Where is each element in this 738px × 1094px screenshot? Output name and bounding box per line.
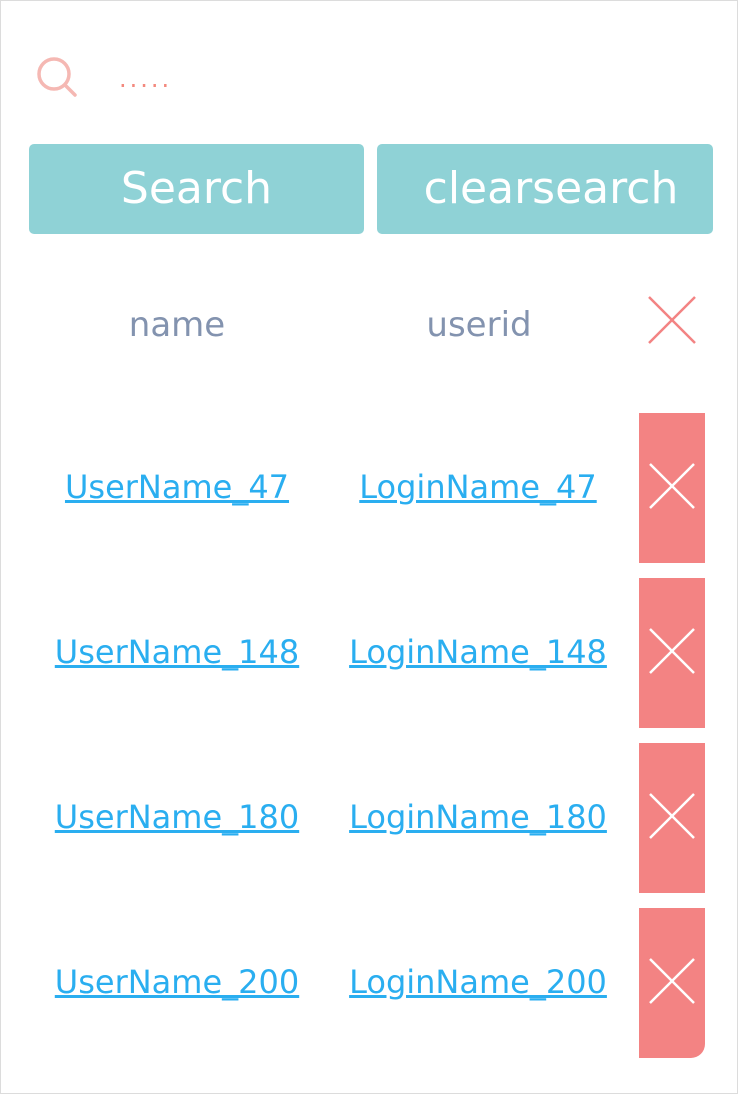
search-icon[interactable] (35, 55, 79, 99)
close-icon (649, 793, 695, 839)
delete-row-button[interactable] (639, 743, 705, 893)
delete-row-button[interactable] (639, 413, 705, 563)
close-icon[interactable] (645, 293, 699, 347)
user-name-link[interactable]: UserName_200 (41, 958, 313, 1006)
user-id-link[interactable]: LoginName_148 (339, 628, 617, 676)
search-button[interactable]: Search (29, 144, 364, 234)
column-header-name: name (128, 305, 226, 345)
table-row: UserName_47 LoginName_47 (1, 413, 738, 563)
user-id-link[interactable]: LoginName_180 (339, 793, 617, 841)
column-header-userid: userid (426, 305, 532, 345)
clear-search-button[interactable]: clearsearch (377, 144, 713, 234)
user-id-link[interactable]: LoginName_47 (339, 463, 617, 511)
user-id-link[interactable]: LoginName_200 (339, 958, 617, 1006)
user-name-link[interactable]: UserName_180 (41, 793, 313, 841)
table-row: UserName_148 LoginName_148 (1, 578, 738, 728)
table-row: UserName_180 LoginName_180 (1, 743, 738, 893)
app-frame: Search clearsearch name userid UserName_… (0, 0, 738, 1094)
search-bar (35, 53, 695, 103)
user-name-link[interactable]: UserName_148 (41, 628, 313, 676)
user-name-link[interactable]: UserName_47 (41, 463, 313, 511)
delete-row-button[interactable] (639, 908, 705, 1058)
table-row: UserName_200 LoginName_200 (1, 908, 738, 1058)
close-icon (649, 463, 695, 509)
close-icon (649, 958, 695, 1004)
search-input[interactable] (119, 57, 679, 101)
delete-row-button[interactable] (639, 578, 705, 728)
close-icon (649, 628, 695, 674)
